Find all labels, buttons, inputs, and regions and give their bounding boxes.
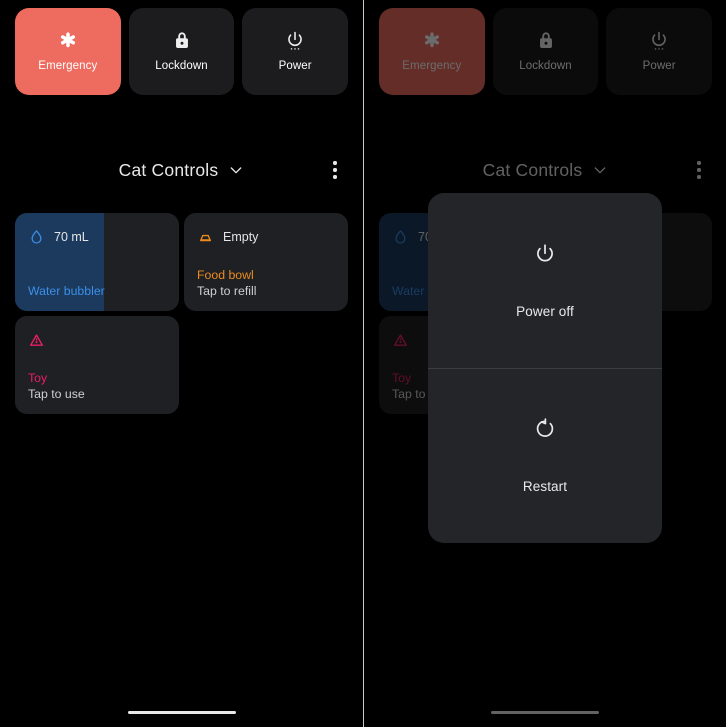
page-title: Cat Controls xyxy=(118,159,219,180)
power-off-button[interactable]: Power off xyxy=(428,193,662,368)
dual-screenshot-container: Emergency Lockdown Power Cat Controls 70… xyxy=(0,0,726,727)
power-off-label: Power off xyxy=(516,303,574,319)
asterisk-icon xyxy=(57,30,79,52)
lock-icon xyxy=(171,30,193,52)
control-name: Water bubbler xyxy=(28,283,105,298)
quick-action-label: Lockdown xyxy=(155,60,208,73)
restart-label: Restart xyxy=(522,479,568,495)
control-subtitle: Tap to use xyxy=(28,386,85,401)
power-icon xyxy=(533,242,557,266)
control-card-water-bubbler[interactable]: 70 mL Water bubbler xyxy=(15,213,179,311)
structure-picker[interactable]: Cat Controls xyxy=(0,155,363,185)
control-status: 70 mL xyxy=(54,229,89,244)
kebab-dot xyxy=(333,161,337,165)
controls-header: Cat Controls xyxy=(0,155,363,185)
control-name: Food bowl xyxy=(197,268,254,283)
home-indicator[interactable] xyxy=(127,710,236,714)
food-bowl-icon xyxy=(197,229,214,246)
quick-action-power[interactable]: Power xyxy=(242,8,349,95)
control-status: Empty xyxy=(223,229,259,244)
power-icon xyxy=(284,30,306,52)
restart-button[interactable]: Restart xyxy=(428,367,662,544)
toy-laser-icon xyxy=(28,332,45,349)
control-subtitle: Tap to refill xyxy=(197,283,257,298)
quick-action-label: Power xyxy=(278,60,312,73)
restart-icon xyxy=(533,417,557,441)
left-screen: Emergency Lockdown Power Cat Controls 70… xyxy=(0,0,363,727)
kebab-dot xyxy=(333,175,337,179)
power-options-dialog: Power off Restart xyxy=(428,193,662,543)
controls-grid: 70 mL Water bubbler Empty xyxy=(15,213,348,414)
control-name: Toy xyxy=(28,371,48,386)
control-card-toy[interactable]: Toy Tap to use xyxy=(15,316,179,414)
quick-actions-row: Emergency Lockdown Power xyxy=(15,8,349,95)
chevron-down-icon xyxy=(228,162,244,178)
quick-action-emergency[interactable]: Emergency xyxy=(15,8,121,95)
water-drop-icon xyxy=(28,229,45,246)
quick-action-label: Emergency xyxy=(38,60,98,73)
right-screen: Emergency Lockdown Power Cat Controls xyxy=(363,0,726,727)
kebab-dot xyxy=(333,168,337,172)
kebab-menu-icon[interactable] xyxy=(322,157,348,183)
control-card-food-bowl[interactable]: Empty Food bowl Tap to refill xyxy=(184,213,348,311)
quick-action-lockdown[interactable]: Lockdown xyxy=(128,8,235,95)
